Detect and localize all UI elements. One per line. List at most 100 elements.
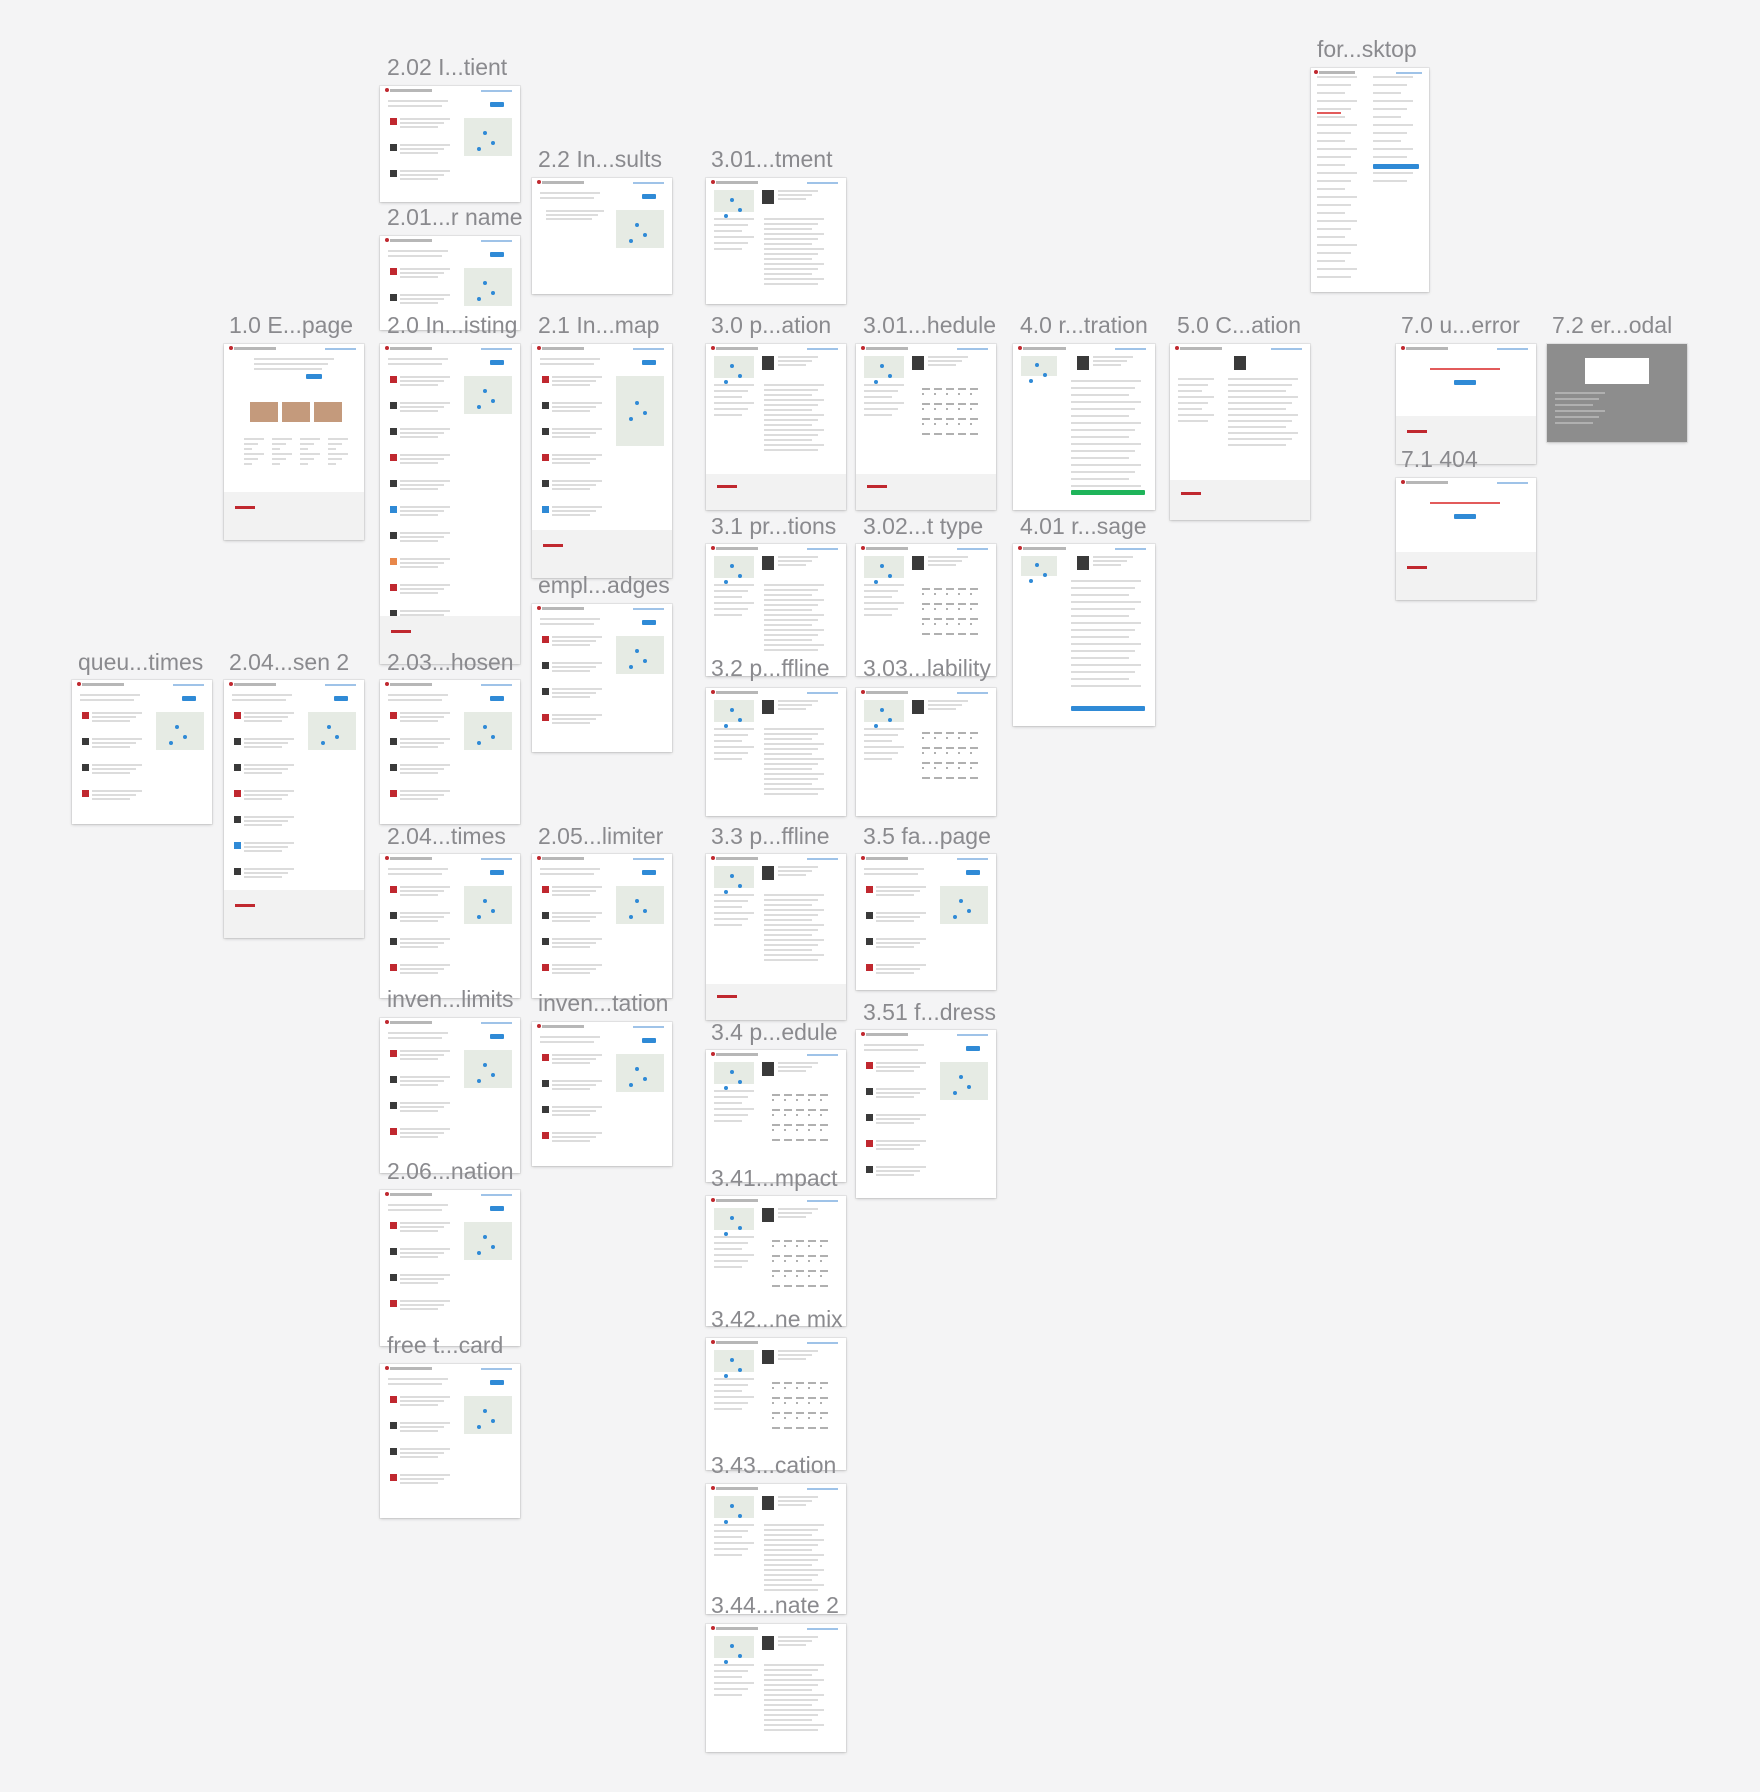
artboard-queue-times[interactable] [72, 680, 212, 824]
thumbnail-detail [1317, 212, 1345, 214]
artboard-3-4[interactable] [706, 1050, 846, 1182]
artboard-3-0[interactable] [706, 344, 846, 510]
artboard-label[interactable]: 3.51 f...dress [863, 1001, 996, 1024]
artboard-label[interactable]: 3.01...hedule [863, 314, 996, 337]
thumbnail-detail [922, 732, 930, 734]
artboard-label[interactable]: 3.1 pr...tions [711, 515, 836, 538]
artboard-4-0[interactable] [1013, 344, 1155, 510]
artboard-label[interactable]: 3.2 p...ffline [711, 657, 830, 680]
artboard-label[interactable]: 3.5 fa...page [863, 825, 991, 848]
artboard-2-03[interactable] [380, 680, 520, 824]
thumbnail-detail [1178, 384, 1208, 386]
artboard-2-05[interactable] [532, 854, 672, 998]
thumbnail-detail [400, 1110, 438, 1112]
artboard-label[interactable]: 3.02...t type [863, 515, 983, 538]
thumbnail-detail [970, 732, 978, 734]
artboard-2-06[interactable] [380, 1190, 520, 1346]
artboard-label[interactable]: empl...adges [538, 574, 670, 597]
map-thumbnail [714, 1350, 754, 1372]
artboard-label[interactable]: 3.42...ne mix [711, 1308, 843, 1331]
artboard-label[interactable]: inven...limits [387, 988, 514, 1011]
artboard-label[interactable]: free t...card [387, 1334, 503, 1357]
thumbnail-detail [764, 748, 818, 750]
artboard-5-0[interactable] [1170, 344, 1310, 520]
artboard-3-03[interactable] [856, 688, 996, 816]
artboard-label[interactable]: 3.01...tment [711, 148, 832, 171]
artboard-2-04-times[interactable] [380, 854, 520, 998]
artboard-label[interactable]: 2.06...nation [387, 1160, 514, 1183]
artboard-3-44[interactable] [706, 1624, 846, 1752]
artboard-label[interactable]: 3.44...nate 2 [711, 1594, 839, 1617]
thumbnail-detail [764, 1684, 818, 1686]
thumbnail-detail [244, 716, 288, 718]
artboard-label[interactable]: queu...times [78, 651, 203, 674]
thumbnail-detail [400, 454, 450, 456]
artboard-label[interactable]: 4.0 r...tration [1020, 314, 1148, 337]
artboard-free-text-card[interactable] [380, 1364, 520, 1518]
artboard-2-02[interactable] [380, 86, 520, 202]
artboard-inventory-limits[interactable] [380, 1018, 520, 1173]
thumbnail-detail [552, 506, 602, 508]
thumbnail-detail [778, 1354, 812, 1356]
provider-avatar [234, 738, 241, 745]
artboard-label[interactable]: for...sktop [1317, 38, 1417, 61]
top-nav-links [632, 608, 664, 610]
thumbnail-detail [764, 959, 818, 961]
artboard-4-01[interactable] [1013, 544, 1155, 726]
artboard-label[interactable]: 3.03...lability [863, 657, 991, 680]
artboard-label[interactable]: 3.41...mpact [711, 1167, 838, 1190]
artboard-3-51[interactable] [856, 1030, 996, 1198]
artboard-3-2[interactable] [706, 688, 846, 816]
artboard-label[interactable]: inven...tation [538, 992, 668, 1015]
thumbnail-detail [552, 428, 602, 430]
thumbnail-detail [876, 1166, 926, 1168]
artboard-label[interactable]: 2.04...times [387, 825, 506, 848]
artboard-label[interactable]: 7.0 u...error [1401, 314, 1520, 337]
artboard-label[interactable]: 3.0 p...ation [711, 314, 831, 337]
thumbnail-detail [970, 388, 978, 390]
artboard-label[interactable]: 2.1 In...map [538, 314, 659, 337]
artboard-label[interactable]: 2.03...hosen [387, 651, 514, 674]
artboard-3-3[interactable] [706, 854, 846, 1020]
thumbnail-detail [808, 1255, 816, 1257]
artboard-label[interactable]: 2.0 In...isting [387, 314, 517, 337]
artboard-label[interactable]: 2.2 In...sults [538, 148, 662, 171]
thumbnail-detail [388, 1378, 448, 1380]
provider-photo [762, 190, 774, 204]
artboard-label[interactable]: 3.43...cation [711, 1454, 836, 1477]
search-button [490, 1206, 504, 1211]
artboard-label[interactable]: 4.01 r...sage [1020, 515, 1147, 538]
artboard-employer-badges[interactable] [532, 604, 672, 752]
thumbnail-detail [1071, 485, 1141, 487]
artboard-3-01-schedule[interactable] [856, 344, 996, 510]
artboard-2-0[interactable] [380, 344, 520, 664]
top-nav-links [806, 858, 838, 860]
artboard-label[interactable]: 7.1 404 [1401, 448, 1478, 471]
provider-avatar [542, 912, 549, 919]
provider-photo [762, 1350, 774, 1364]
artboard-2-04-chosen-2[interactable] [224, 680, 364, 938]
artboard-label[interactable]: 2.01...r name [387, 206, 523, 229]
artboard-label[interactable]: 3.4 p...edule [711, 1021, 838, 1044]
thumbnail-detail [540, 1041, 594, 1043]
artboard-3-42[interactable] [706, 1338, 846, 1470]
artboard-2-2[interactable] [532, 178, 672, 294]
thumbnail-detail [764, 258, 812, 260]
artboard-label[interactable]: 3.3 p...ffline [711, 825, 830, 848]
artboard-3-01-treatment[interactable] [706, 178, 846, 304]
artboard-2-1[interactable] [532, 344, 672, 578]
thumbnail-detail [714, 740, 742, 742]
artboard-label[interactable]: 5.0 C...ation [1177, 314, 1301, 337]
artboard-label[interactable]: 2.05...limiter [538, 825, 663, 848]
artboard-1-0[interactable] [224, 344, 364, 540]
artboard-7-2[interactable] [1547, 344, 1687, 442]
artboard-label[interactable]: 7.2 er...odal [1552, 314, 1672, 337]
artboard-label[interactable]: 2.02 I...tient [387, 56, 507, 79]
artboard-label[interactable]: 1.0 E...page [229, 314, 353, 337]
artboard-label[interactable]: 2.04...sen 2 [229, 651, 349, 674]
artboard-inventory-presentation[interactable] [532, 1022, 672, 1166]
artboard-forms-desktop[interactable] [1311, 68, 1429, 292]
artboard-3-5[interactable] [856, 854, 996, 990]
provider-avatar [234, 764, 241, 771]
artboard-7-1[interactable] [1396, 478, 1536, 600]
